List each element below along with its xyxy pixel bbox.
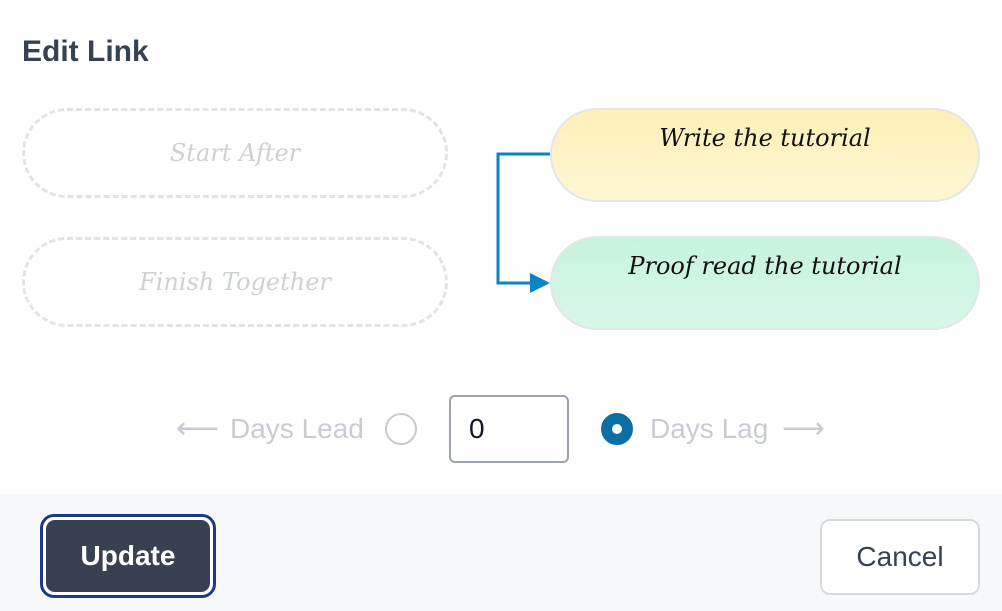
successor-task: Proof read the tutorial [550,236,980,330]
predecessor-task-label: Write the tutorial [659,124,871,152]
link-type-start-after[interactable]: Start After [22,108,448,198]
arrow-left-icon: ⟵ [176,412,220,445]
days-lag-radio[interactable] [601,413,633,445]
update-button[interactable]: Update [40,514,216,598]
link-type-label: Finish Together [139,268,331,296]
cancel-button[interactable]: Cancel [820,519,980,595]
arrow-right-icon: ⟶ [782,412,826,445]
link-type-label: Start After [169,139,301,167]
dialog-footer: Update Cancel [0,494,1002,611]
days-lead-label: Days Lead [230,413,364,444]
dialog-title: Edit Link [22,35,149,68]
link-connector-arrow [496,152,550,293]
days-lag-label: Days Lag [650,413,769,444]
offset-row: ⟵ Days Lead Days Lag ⟶ [0,395,1002,463]
successor-task-label: Proof read the tutorial [628,252,902,280]
update-button-label: Update [46,520,210,592]
days-offset-input[interactable] [449,395,569,463]
days-lead-radio[interactable] [385,413,417,445]
link-type-finish-together[interactable]: Finish Together [22,237,448,327]
edit-link-dialog: Edit Link Start After Finish Together Wr… [0,0,1002,611]
predecessor-task: Write the tutorial [550,108,980,202]
